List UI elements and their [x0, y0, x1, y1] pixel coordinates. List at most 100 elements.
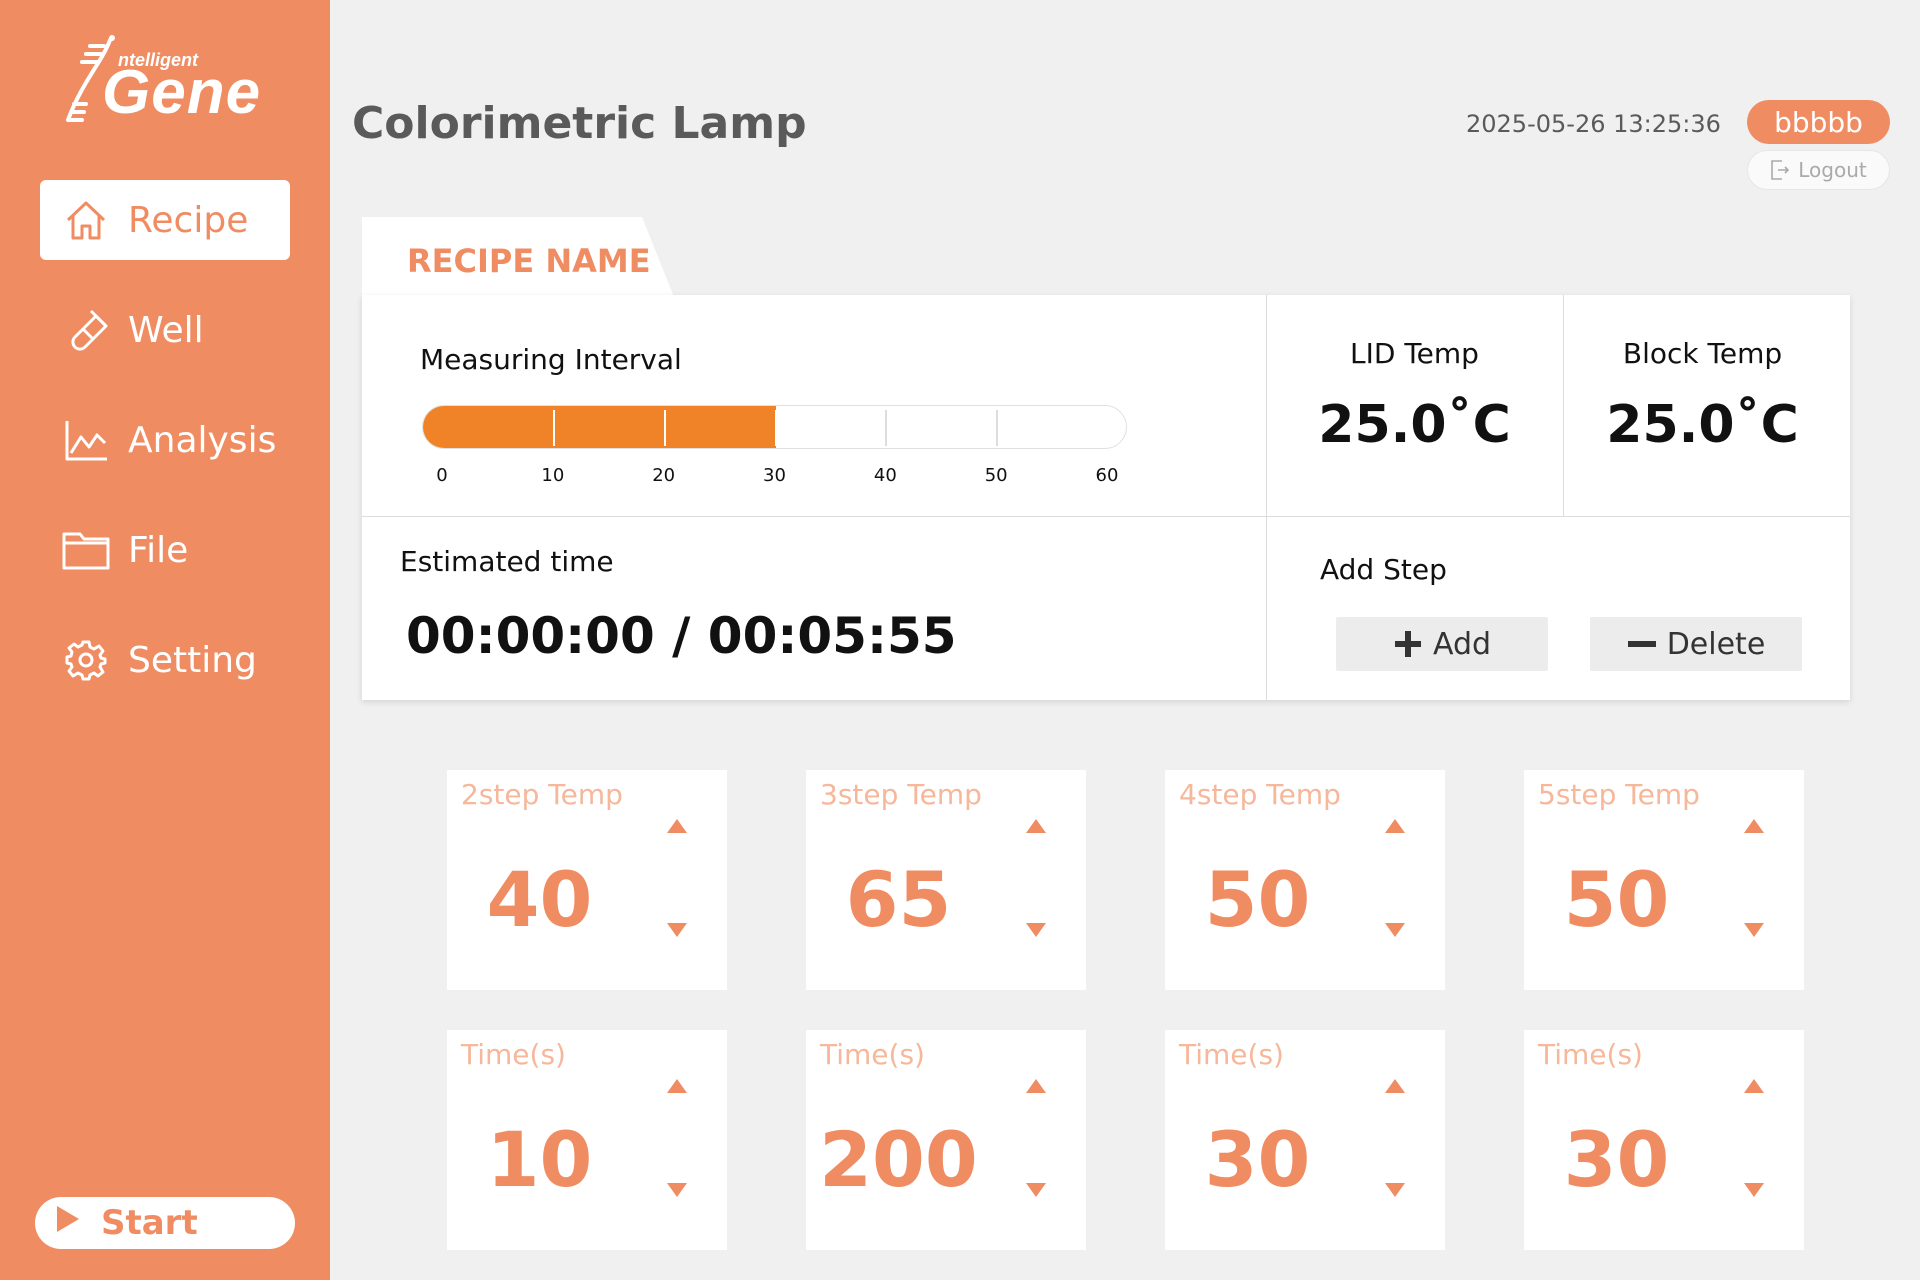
- delete-step-button[interactable]: Delete: [1590, 617, 1802, 671]
- slider-tick: [663, 410, 666, 446]
- estimated-time-label: Estimated time: [400, 545, 614, 578]
- increment-arrow-icon[interactable]: [1742, 1076, 1766, 1096]
- increment-arrow-icon[interactable]: [1383, 816, 1407, 836]
- page-title: Colorimetric Lamp: [352, 98, 807, 149]
- step-time-label: Time(s): [1179, 1038, 1284, 1071]
- datetime: 2025-05-26 13:25:36: [1466, 110, 1721, 138]
- lid-temp-value: 25.0˚C: [1318, 395, 1511, 455]
- step-temp-value[interactable]: 50: [1165, 855, 1350, 944]
- logout-button[interactable]: Logout: [1747, 150, 1890, 190]
- measuring-interval-fill: [423, 406, 776, 448]
- folder-icon: [62, 526, 110, 574]
- slider-tick: [552, 410, 555, 446]
- plus-icon: [1393, 629, 1423, 659]
- sidebar-item-label: Recipe: [128, 199, 249, 241]
- step-temp-label: 4step Temp: [1179, 778, 1341, 811]
- sidebar-item-label: Well: [128, 309, 204, 351]
- slider-tick: [885, 410, 888, 446]
- sidebar-item-label: File: [128, 529, 189, 571]
- increment-arrow-icon[interactable]: [1024, 816, 1048, 836]
- sidebar-item-label: Setting: [128, 639, 257, 681]
- divider: [362, 516, 1850, 517]
- recipe-name-tab[interactable]: RECIPE NAME: [362, 217, 674, 297]
- step-time-value[interactable]: 30: [1524, 1115, 1709, 1204]
- logo: ntelligent Gene: [62, 32, 272, 127]
- slider-tick: [996, 410, 999, 446]
- home-icon: [62, 196, 110, 244]
- step-temp-value[interactable]: 65: [806, 855, 991, 944]
- step-temp-label: 3step Temp: [820, 778, 982, 811]
- slider-tick-label: 10: [541, 465, 565, 486]
- decrement-arrow-icon[interactable]: [1024, 920, 1048, 940]
- gear-icon: [62, 636, 110, 684]
- play-icon: [55, 1203, 81, 1243]
- step-time-label: Time(s): [820, 1038, 925, 1071]
- logout-label: Logout: [1798, 158, 1867, 182]
- step-2-temp-card: 2step Temp 40: [447, 770, 727, 990]
- decrement-arrow-icon[interactable]: [1024, 1180, 1048, 1200]
- recipe-card: Measuring Interval 0 10 20 30 40 50 60 LID Tem…: [362, 295, 1850, 700]
- block-temp-value: 25.0˚C: [1606, 395, 1799, 455]
- slider-tick: [774, 410, 777, 446]
- decrement-arrow-icon[interactable]: [1742, 920, 1766, 940]
- step-3-temp-card: 3step Temp 65: [806, 770, 1086, 990]
- slider-tick-label: 30: [763, 465, 786, 486]
- step-temp-value[interactable]: 40: [447, 855, 632, 944]
- slider-tick-label: 50: [984, 465, 1008, 486]
- logo-big-text: Gene: [102, 58, 262, 127]
- decrement-arrow-icon[interactable]: [665, 1180, 689, 1200]
- step-temp-label: 5step Temp: [1538, 778, 1700, 811]
- add-step-button[interactable]: Add: [1336, 617, 1548, 671]
- lid-temp-label: LID Temp: [1350, 337, 1479, 370]
- step-3-time-card: Time(s) 200: [806, 1030, 1086, 1250]
- sidebar-item-file[interactable]: File: [40, 510, 290, 590]
- line-chart-icon: [62, 416, 110, 464]
- slider-tick-label: 0: [436, 465, 448, 486]
- sidebar-item-well[interactable]: Well: [40, 290, 290, 370]
- step-2-time-card: Time(s) 10: [447, 1030, 727, 1250]
- decrement-arrow-icon[interactable]: [1742, 1180, 1766, 1200]
- decrement-arrow-icon[interactable]: [665, 920, 689, 940]
- increment-arrow-icon[interactable]: [665, 1076, 689, 1096]
- recipe-name-label: RECIPE NAME: [407, 242, 651, 280]
- step-time-value[interactable]: 30: [1165, 1115, 1350, 1204]
- step-temp-value[interactable]: 50: [1524, 855, 1709, 944]
- step-5-temp-card: 5step Temp 50: [1524, 770, 1804, 990]
- add-step-label: Add Step: [1320, 553, 1447, 586]
- decrement-arrow-icon[interactable]: [1383, 1180, 1407, 1200]
- step-time-label: Time(s): [461, 1038, 566, 1071]
- step-time-value[interactable]: 200: [806, 1115, 991, 1204]
- start-button-label: Start: [101, 1203, 198, 1243]
- step-time-value[interactable]: 10: [447, 1115, 632, 1204]
- sidebar-item-setting[interactable]: Setting: [40, 620, 290, 700]
- sidebar-item-analysis[interactable]: Analysis: [40, 400, 290, 480]
- step-4-temp-card: 4step Temp 50: [1165, 770, 1445, 990]
- sidebar: ntelligent Gene Recipe Well Analysis Fil…: [0, 0, 330, 1280]
- increment-arrow-icon[interactable]: [1742, 816, 1766, 836]
- sidebar-item-recipe[interactable]: Recipe: [40, 180, 290, 260]
- logout-icon: [1770, 159, 1790, 181]
- delete-step-label-text: Delete: [1666, 626, 1766, 662]
- estimated-time-value: 00:00:00 / 00:05:55: [406, 607, 957, 665]
- increment-arrow-icon[interactable]: [1024, 1076, 1048, 1096]
- add-step-label-text: Add: [1432, 626, 1492, 662]
- step-time-label: Time(s): [1538, 1038, 1643, 1071]
- step-5-time-card: Time(s) 30: [1524, 1030, 1804, 1250]
- user-badge[interactable]: bbbbb: [1747, 100, 1890, 144]
- decrement-arrow-icon[interactable]: [1383, 920, 1407, 940]
- test-tube-icon: [62, 306, 110, 354]
- step-temp-label: 2step Temp: [461, 778, 623, 811]
- minus-icon: [1627, 629, 1657, 659]
- measuring-interval-label: Measuring Interval: [420, 343, 682, 376]
- start-button[interactable]: Start: [35, 1197, 295, 1249]
- measuring-interval-slider[interactable]: [422, 405, 1127, 449]
- increment-arrow-icon[interactable]: [665, 816, 689, 836]
- sidebar-item-label: Analysis: [128, 419, 277, 461]
- slider-tick-label: 60: [1095, 465, 1119, 486]
- increment-arrow-icon[interactable]: [1383, 1076, 1407, 1096]
- measuring-interval-scale: 0 10 20 30 40 50 60: [422, 465, 1127, 489]
- block-temp-label: Block Temp: [1622, 337, 1783, 370]
- step-4-time-card: Time(s) 30: [1165, 1030, 1445, 1250]
- slider-tick-label: 40: [873, 465, 897, 486]
- slider-tick-label: 20: [652, 465, 676, 486]
